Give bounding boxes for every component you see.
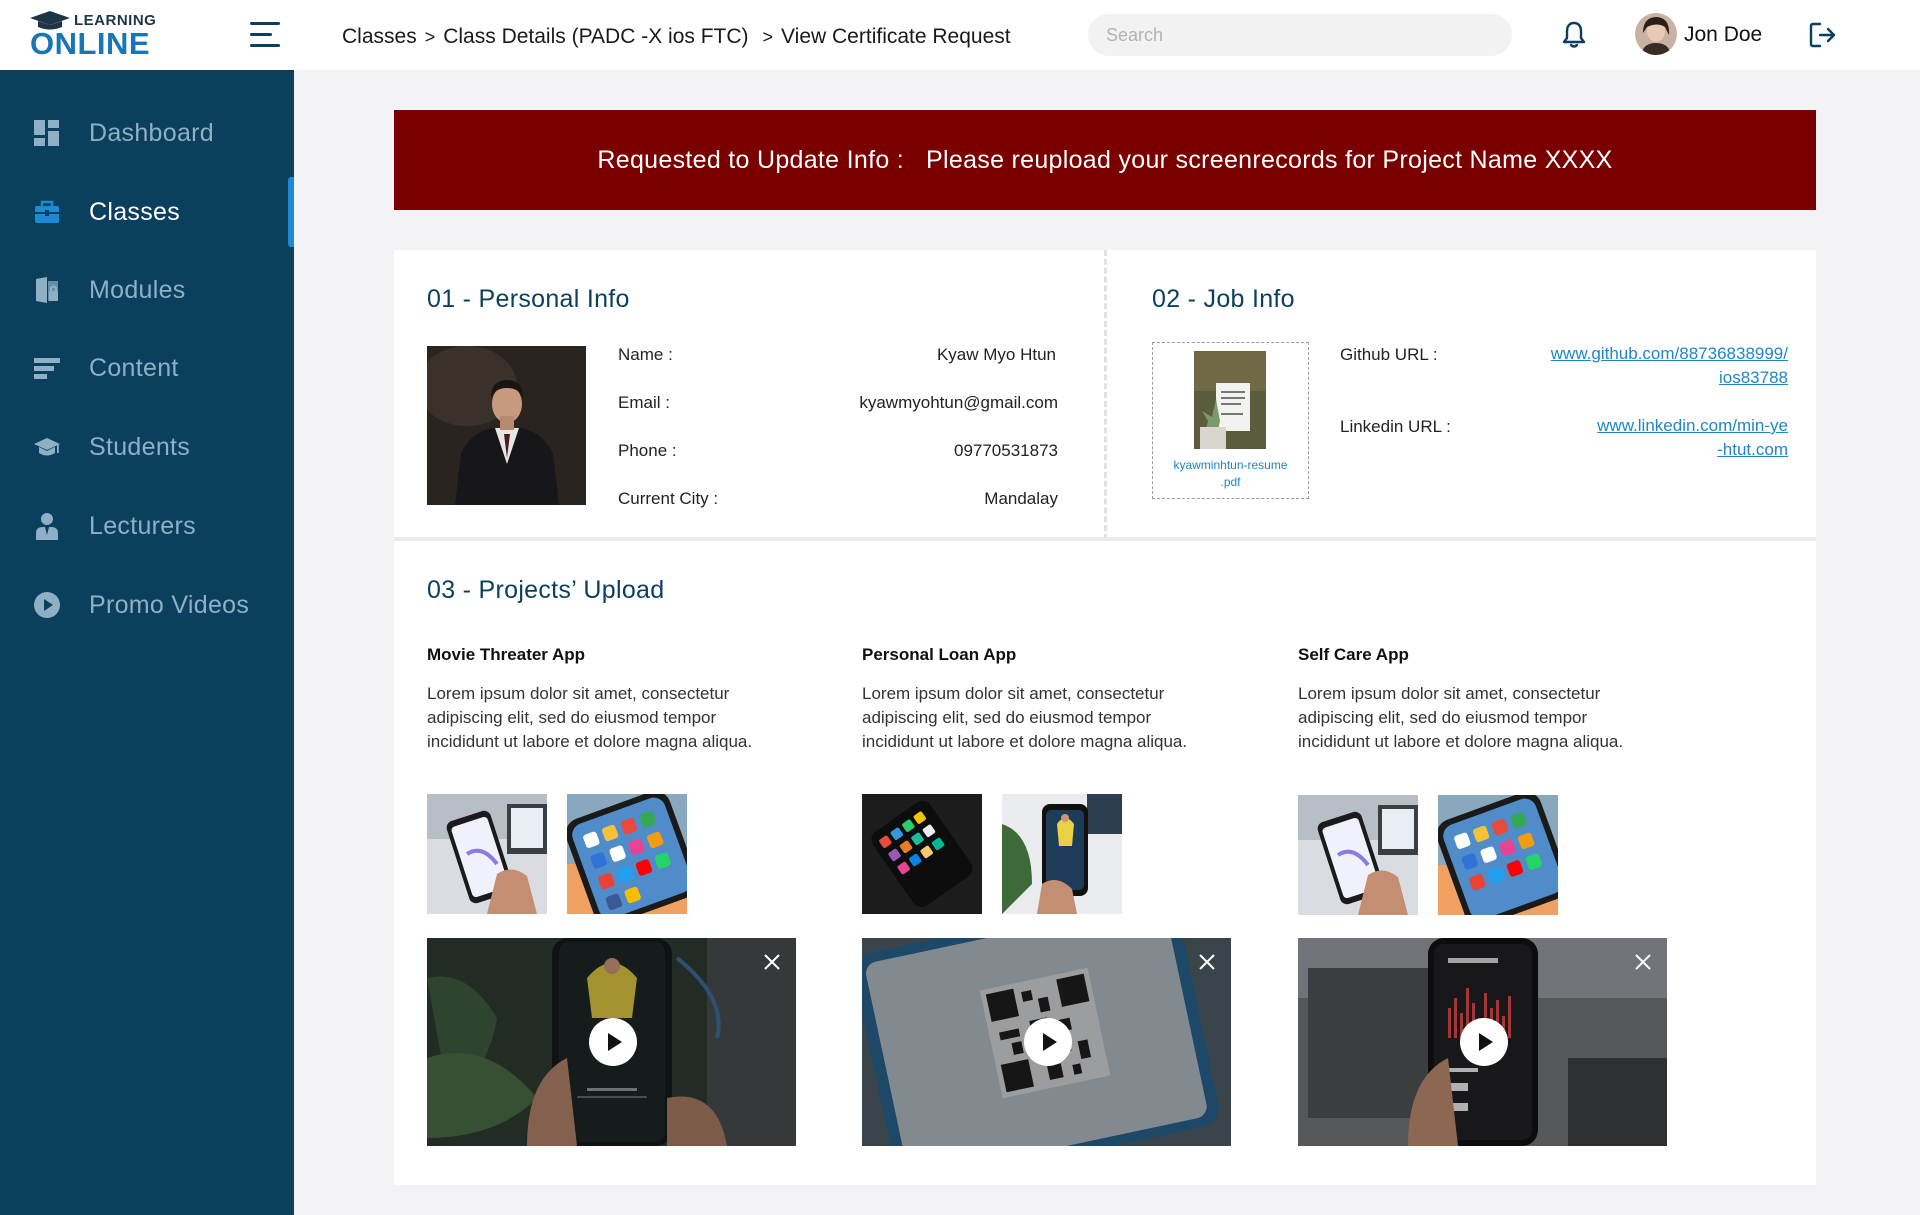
sidebar-item-label: Students	[89, 433, 191, 461]
breadcrumb-current: View Certificate Request	[781, 25, 1011, 48]
graduation-cap-icon	[34, 438, 60, 456]
resume-filename-ext: .pdf	[1220, 475, 1241, 489]
search-input[interactable]	[1088, 14, 1512, 56]
project-video[interactable]	[1298, 938, 1667, 1146]
github-label: Github URL :	[1340, 345, 1438, 364]
play-button[interactable]	[589, 1018, 637, 1066]
sidebar: Dashboard Classes Modules Content Studen…	[0, 70, 294, 1215]
linkedin-url-line: www.linkedin.com/min-ye	[1597, 416, 1788, 435]
logout-icon[interactable]	[1808, 20, 1838, 50]
city-value: Mandalay	[984, 489, 1058, 508]
bell-icon[interactable]	[1560, 20, 1588, 50]
name-value: Kyaw Myo Htun	[936, 345, 1056, 364]
sidebar-item-label: Classes	[89, 198, 181, 226]
sidebar-item-modules[interactable]: Modules	[0, 260, 294, 320]
project-description: Lorem ipsum dolor sit amet, consectetur …	[862, 684, 1188, 751]
linkedin-label: Linkedin URL :	[1340, 417, 1451, 436]
sidebar-item-dashboard[interactable]: Dashboard	[0, 103, 294, 163]
project-screenshot[interactable]	[1002, 794, 1122, 914]
city-label: Current City :	[618, 489, 719, 508]
user-name[interactable]: Jon Doe	[1684, 23, 1762, 47]
lecturer-icon	[36, 513, 58, 540]
project-screenshot[interactable]	[1298, 795, 1418, 915]
breadcrumb: Classes > Class Details (PADC -X ios FTC) >…	[342, 25, 1011, 49]
project-name: Movie Threater App	[427, 645, 586, 664]
sidebar-item-label: Modules	[89, 276, 186, 304]
update-request-banner: Requested to Update Info : Please reuploa…	[394, 110, 1816, 210]
project-description: Lorem ipsum dolor sit amet, consectetur …	[427, 684, 753, 751]
top-bar: LEARNING ONLINE Classes > Class Details (P…	[0, 0, 1920, 70]
logo-text-bottom: ONLINE	[30, 26, 151, 61]
resume-filename: kyawminhtun-resume	[1173, 458, 1288, 472]
banner-message: Please reupload your screenrecords for P…	[926, 146, 1613, 174]
play-circle-icon	[34, 592, 60, 618]
sidebar-item-lecturers[interactable]: Lecturers	[0, 496, 294, 556]
sidebar-item-label: Promo Videos	[89, 591, 250, 619]
project-video[interactable]	[427, 938, 796, 1146]
project-name: Self Care App	[1298, 645, 1409, 664]
profile-photo	[427, 346, 586, 505]
project-screenshot[interactable]	[862, 794, 982, 914]
linkedin-link[interactable]: www.linkedin.com/min-ye -htut.com	[1597, 414, 1788, 462]
close-icon[interactable]	[1197, 952, 1217, 972]
play-icon	[1043, 1033, 1057, 1051]
name-label: Name :	[618, 345, 673, 364]
projects-title: 03 - Projects’ Upload	[427, 576, 665, 604]
linkedin-url-line: -htut.com	[1717, 440, 1788, 459]
email-label: Email :	[618, 393, 670, 412]
learning-online-logo[interactable]: LEARNING ONLINE	[28, 10, 178, 61]
project-screenshot[interactable]	[1438, 795, 1558, 915]
breadcrumb-separator: >	[762, 27, 774, 47]
github-link[interactable]: www.github.com/88736838999/ ios83788	[1551, 342, 1788, 390]
project-screenshot[interactable]	[427, 794, 547, 914]
avatar[interactable]	[1635, 13, 1677, 55]
close-icon[interactable]	[1633, 952, 1653, 972]
resume-thumbnail	[1194, 351, 1266, 449]
modules-icon	[36, 277, 58, 303]
phone-label: Phone :	[618, 441, 677, 460]
play-icon	[608, 1033, 622, 1051]
briefcase-icon	[35, 200, 59, 223]
sidebar-item-promo-videos[interactable]: Promo Videos	[0, 575, 294, 635]
breadcrumb-separator: >	[424, 27, 436, 47]
close-icon[interactable]	[762, 952, 782, 972]
job-info-title: 02 - Job Info	[1152, 285, 1295, 313]
play-icon	[1479, 1033, 1493, 1051]
github-url-line: ios83788	[1718, 368, 1788, 387]
banner-label: Requested to Update Info :	[597, 146, 905, 174]
breadcrumb-classes[interactable]: Classes	[342, 25, 417, 48]
play-button[interactable]	[1024, 1018, 1072, 1066]
section-divider	[394, 537, 1816, 541]
project-screenshot[interactable]	[567, 794, 687, 914]
content-icon	[34, 358, 60, 379]
sidebar-item-content[interactable]: Content	[0, 338, 294, 398]
sidebar-item-classes[interactable]: Classes	[0, 177, 294, 247]
active-indicator	[288, 177, 294, 247]
menu-toggle-icon[interactable]	[250, 22, 280, 48]
sidebar-item-label: Dashboard	[89, 119, 215, 147]
section-divider	[1104, 250, 1107, 540]
breadcrumb-class-details[interactable]: Class Details (PADC -X ios FTC)	[443, 25, 748, 48]
project-name: Personal Loan App	[862, 645, 1017, 664]
play-button[interactable]	[1460, 1018, 1508, 1066]
github-url-line: www.github.com/88736838999/	[1550, 344, 1788, 363]
personal-info-title: 01 - Personal Info	[427, 285, 630, 313]
sidebar-item-students[interactable]: Students	[0, 417, 294, 477]
project-video[interactable]	[862, 938, 1231, 1146]
email-value: kyawmyohtun@gmail.com	[859, 393, 1058, 412]
sidebar-item-label: Content	[89, 354, 179, 382]
sidebar-item-label: Lecturers	[89, 512, 196, 540]
resume-file[interactable]: kyawminhtun-resume .pdf	[1152, 342, 1309, 499]
dashboard-icon	[34, 120, 59, 146]
phone-value: 09770531873	[953, 441, 1058, 460]
project-description: Lorem ipsum dolor sit amet, consectetur …	[1298, 684, 1624, 751]
